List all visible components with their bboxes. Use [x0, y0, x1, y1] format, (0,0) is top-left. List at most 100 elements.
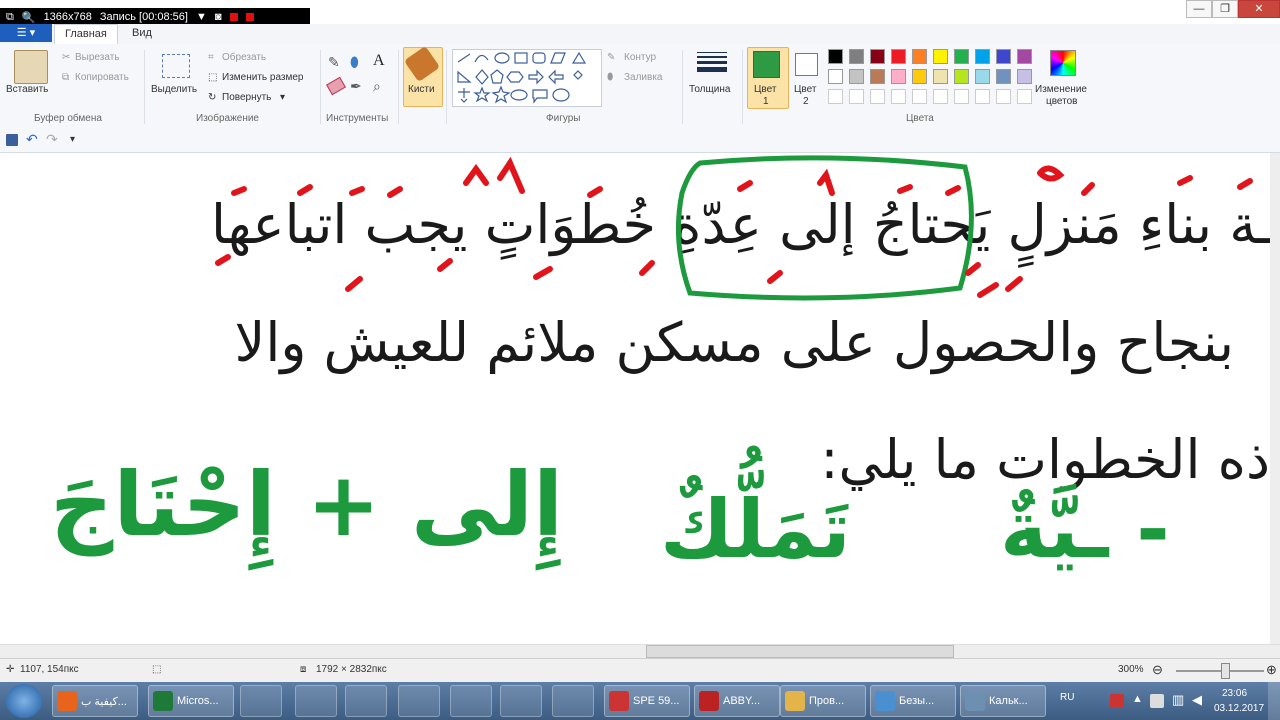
- palette-swatch-empty[interactable]: [954, 89, 969, 104]
- horizontal-scroll-thumb[interactable]: [646, 645, 954, 658]
- cut-button[interactable]: Вырезать: [75, 52, 119, 63]
- stop-icon[interactable]: [245, 13, 254, 21]
- palette-swatch-empty[interactable]: [870, 89, 885, 104]
- palette-swatch-empty[interactable]: [933, 89, 948, 104]
- taskbar-app-icon[interactable]: [398, 685, 440, 717]
- camera-icon[interactable]: ◙: [215, 11, 222, 23]
- fill-icon[interactable]: ⬮: [350, 54, 359, 71]
- taskbar-button[interactable]: Micros...: [148, 685, 234, 717]
- palette-swatch-empty[interactable]: [891, 89, 906, 104]
- palette-swatch[interactable]: [996, 69, 1011, 84]
- drawing-canvas[interactable]: ـة بناءِ مَنزلٍ يَحتاجُ إلى عِدّةِ خُطوَ…: [0, 153, 1270, 644]
- tab-view[interactable]: Вид: [122, 24, 162, 43]
- taskbar-app-icon[interactable]: [295, 685, 337, 717]
- zoom-in-button[interactable]: ⊕: [1266, 662, 1277, 678]
- palette-swatch[interactable]: [1017, 69, 1032, 84]
- clock-date[interactable]: 03.12.2017: [1214, 703, 1264, 714]
- palette-swatch-empty[interactable]: [828, 89, 843, 104]
- taskbar-app-icon[interactable]: [450, 685, 492, 717]
- line-size-icon[interactable]: [697, 52, 727, 72]
- palette-swatch[interactable]: [912, 49, 927, 64]
- resize-button[interactable]: Изменить размер: [222, 72, 303, 83]
- minimize-button[interactable]: —: [1186, 0, 1212, 18]
- taskbar-button[interactable]: Безы...: [870, 685, 956, 717]
- redo-icon[interactable]: ↷: [46, 131, 58, 148]
- fill-button[interactable]: Заливка: [624, 72, 663, 83]
- shapes-icons[interactable]: [453, 50, 601, 106]
- clipboard-icon[interactable]: [14, 50, 48, 84]
- taskbar-button[interactable]: Пров...: [780, 685, 866, 717]
- rotate-button[interactable]: Повернуть: [222, 92, 271, 103]
- palette-swatch[interactable]: [1017, 49, 1032, 64]
- vertical-scrollbar[interactable]: [1270, 153, 1280, 644]
- palette-swatch[interactable]: [849, 49, 864, 64]
- palette-swatch[interactable]: [954, 69, 969, 84]
- taskbar-button[interactable]: SPE 59...: [604, 685, 690, 717]
- palette-swatch[interactable]: [849, 69, 864, 84]
- palette-swatch-empty[interactable]: [996, 89, 1011, 104]
- palette-swatch[interactable]: [870, 69, 885, 84]
- tray-arrow-icon[interactable]: ▲: [1132, 693, 1143, 705]
- palette-swatch[interactable]: [975, 49, 990, 64]
- language-indicator[interactable]: RU: [1060, 692, 1074, 703]
- tray-app-icon[interactable]: [1110, 694, 1124, 708]
- color2-swatch[interactable]: [795, 53, 818, 76]
- taskbar-app-icon[interactable]: [345, 685, 387, 717]
- taskbar-button[interactable]: ABBY...: [694, 685, 780, 717]
- palette-swatch[interactable]: [996, 49, 1011, 64]
- taskbar-app-icon[interactable]: [240, 685, 282, 717]
- magnifier-icon[interactable]: 🔍: [22, 11, 36, 24]
- save-icon[interactable]: [6, 134, 18, 146]
- undo-icon[interactable]: ↶: [26, 131, 38, 148]
- palette-swatch[interactable]: [954, 49, 969, 64]
- text-tool-icon[interactable]: A: [373, 52, 385, 70]
- shapes-gallery[interactable]: [452, 49, 602, 107]
- palette-swatch-empty[interactable]: [912, 89, 927, 104]
- edit-colors-label-b[interactable]: цветов: [1046, 96, 1078, 107]
- close-button[interactable]: ✕: [1238, 0, 1280, 18]
- tab-home[interactable]: Главная: [54, 24, 118, 44]
- pause-icon[interactable]: [229, 13, 238, 21]
- edit-colors-label-a[interactable]: Изменение: [1035, 84, 1087, 95]
- select-button[interactable]: Выделить: [151, 84, 197, 95]
- show-desktop-button[interactable]: [1268, 682, 1280, 720]
- zoom-slider-thumb[interactable]: [1221, 663, 1230, 679]
- recorder-window-icon[interactable]: ⧉: [6, 11, 14, 24]
- volume-icon[interactable]: ◀: [1192, 692, 1202, 708]
- palette-swatch[interactable]: [828, 69, 843, 84]
- palette-swatch[interactable]: [912, 69, 927, 84]
- dropdown-icon[interactable]: ▼: [196, 11, 207, 23]
- taskbar-app-icon[interactable]: [552, 685, 594, 717]
- crop-button[interactable]: Обрезать: [222, 52, 266, 63]
- outline-button[interactable]: Контур: [624, 52, 656, 63]
- palette-swatch[interactable]: [891, 49, 906, 64]
- palette-swatch-empty[interactable]: [849, 89, 864, 104]
- taskbar-button[interactable]: Кальк...: [960, 685, 1046, 717]
- zoom-out-button[interactable]: ⊖: [1152, 662, 1163, 678]
- qat-dropdown-icon[interactable]: ▾: [70, 134, 75, 145]
- copy-button[interactable]: Копировать: [75, 72, 129, 83]
- maximize-button[interactable]: ❐: [1212, 0, 1238, 18]
- palette-swatch-empty[interactable]: [975, 89, 990, 104]
- taskbar-button[interactable]: كيفية ب...: [52, 685, 138, 717]
- chevron-down-icon[interactable]: ▾: [280, 92, 285, 103]
- size-button[interactable]: Толщина: [689, 84, 730, 95]
- paste-button[interactable]: Вставить: [6, 84, 48, 95]
- palette-swatch[interactable]: [828, 49, 843, 64]
- palette-swatch[interactable]: [870, 49, 885, 64]
- horizontal-scrollbar[interactable]: [0, 644, 1280, 659]
- color-picker-icon[interactable]: ✒: [350, 78, 362, 95]
- palette-swatch[interactable]: [933, 69, 948, 84]
- palette-swatch[interactable]: [891, 69, 906, 84]
- edit-colors-icon[interactable]: [1050, 50, 1076, 76]
- pencil-icon[interactable]: ✎: [328, 54, 340, 71]
- start-button[interactable]: [6, 684, 42, 718]
- clock-time[interactable]: 23:06: [1222, 688, 1247, 699]
- file-menu-button[interactable]: ☰ ▾: [0, 24, 52, 42]
- select-icon[interactable]: [162, 54, 190, 78]
- palette-swatch-empty[interactable]: [1017, 89, 1032, 104]
- palette-swatch[interactable]: [933, 49, 948, 64]
- tray-monitor-icon[interactable]: [1150, 694, 1164, 708]
- magnifier-icon[interactable]: ⌕: [373, 78, 381, 95]
- zoom-slider[interactable]: [1176, 670, 1264, 672]
